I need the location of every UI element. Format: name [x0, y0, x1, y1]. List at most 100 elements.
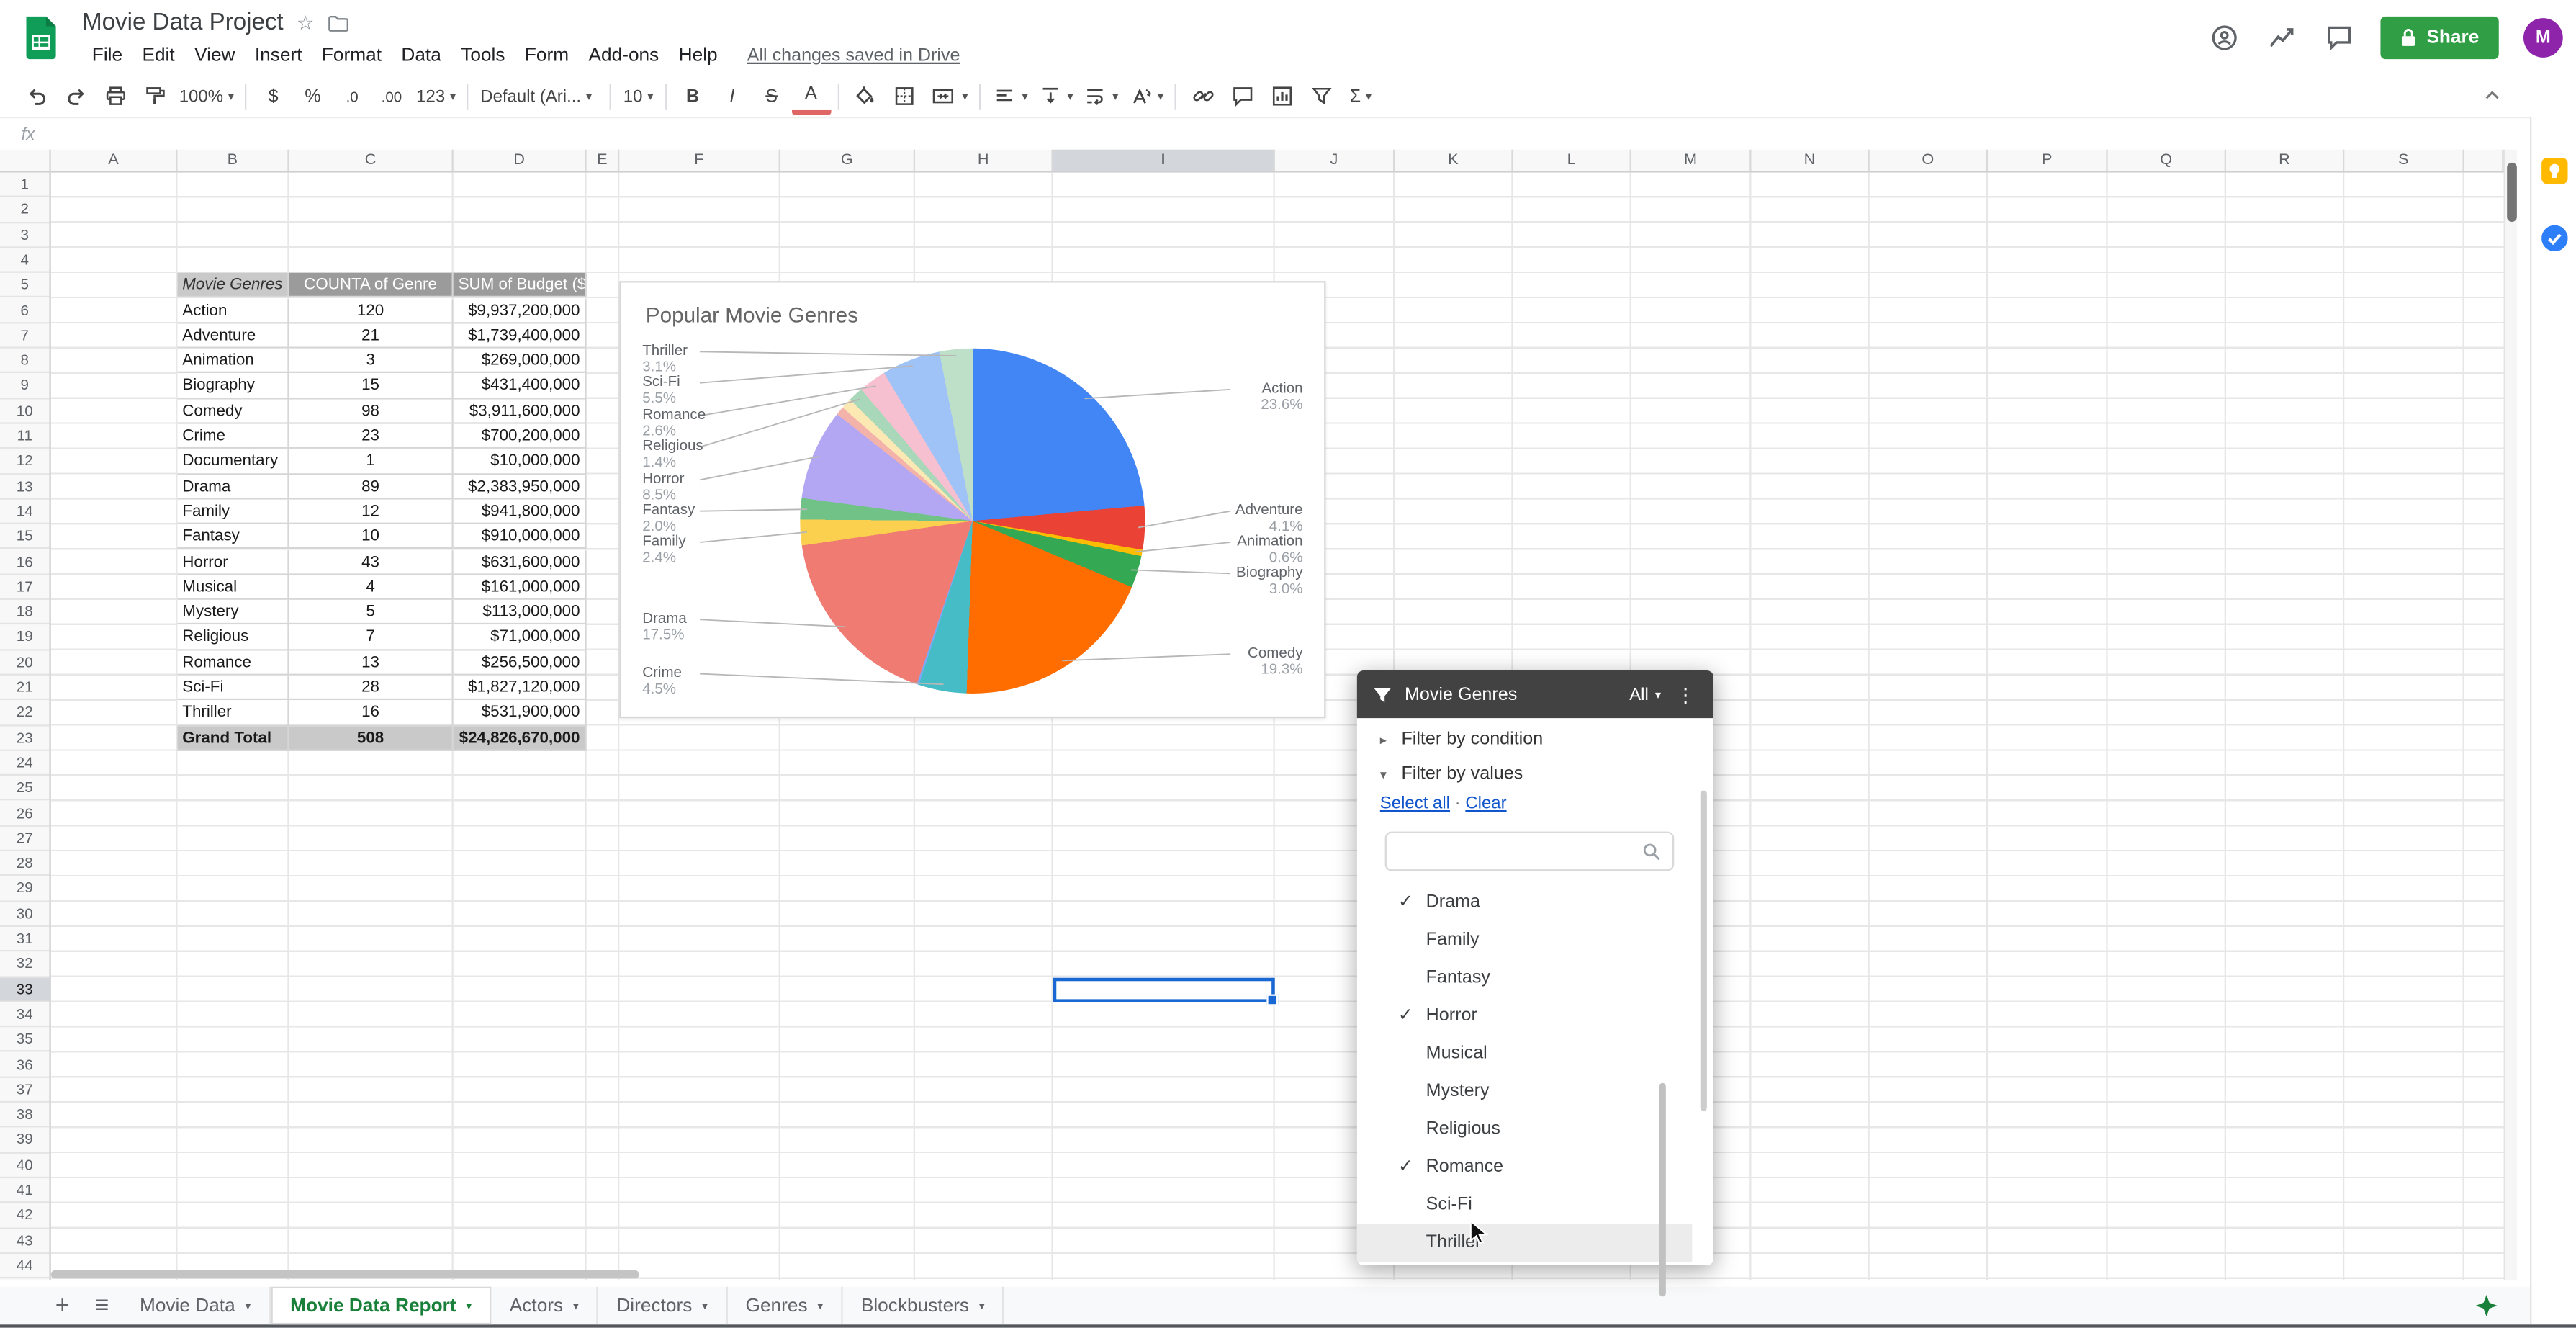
row-header-34[interactable]: 34: [0, 1002, 50, 1028]
row-header-19[interactable]: 19: [0, 625, 50, 650]
row-header-3[interactable]: 3: [0, 223, 50, 248]
pivot-cell-budget[interactable]: $113,000,000: [453, 600, 587, 626]
filter-panel-scrollbar[interactable]: [1700, 790, 1707, 1111]
keep-icon[interactable]: [2541, 158, 2568, 184]
row-header-22[interactable]: 22: [0, 701, 50, 726]
column-header-Q[interactable]: Q: [2108, 149, 2226, 171]
chevron-down-icon[interactable]: ▾: [573, 1299, 579, 1312]
pivot-header-genre[interactable]: Movie Genres: [177, 273, 289, 299]
filter-value-drama[interactable]: ✓ Drama: [1357, 884, 1693, 922]
pivot-cell-budget[interactable]: $1,827,120,000: [453, 675, 587, 701]
pivot-total-count[interactable]: 508: [289, 725, 454, 751]
insert-comment-button[interactable]: [1222, 80, 1262, 113]
menu-file[interactable]: File: [82, 46, 132, 66]
zoom-select[interactable]: 100% ▾: [174, 80, 239, 113]
row-header-44[interactable]: 44: [0, 1254, 50, 1279]
pivot-cell-count[interactable]: 1: [289, 449, 454, 475]
pivot-cell-count[interactable]: 13: [289, 650, 454, 676]
functions-button[interactable]: Σ ▾: [1341, 80, 1380, 113]
column-header-N[interactable]: N: [1751, 149, 1870, 171]
presence-icon[interactable]: [2208, 22, 2241, 55]
row-header-4[interactable]: 4: [0, 248, 50, 274]
pivot-cell-budget[interactable]: $910,000,000: [453, 524, 587, 550]
sheet-tab-directors[interactable]: Directors ▾: [598, 1286, 728, 1325]
row-header-24[interactable]: 24: [0, 751, 50, 776]
pivot-cell-count[interactable]: 7: [289, 625, 454, 650]
column-header-M[interactable]: M: [1631, 149, 1752, 171]
filter-value-mystery[interactable]: Mystery: [1357, 1073, 1693, 1111]
column-header-D[interactable]: D: [454, 149, 587, 171]
pivot-cell-budget[interactable]: $161,000,000: [453, 575, 587, 601]
pivot-cell-count[interactable]: 16: [289, 700, 454, 726]
row-header-12[interactable]: 12: [0, 449, 50, 475]
row-header-10[interactable]: 10: [0, 399, 50, 424]
menu-addons[interactable]: Add-ons: [579, 46, 669, 66]
column-header-C[interactable]: C: [289, 149, 454, 171]
print-button[interactable]: [95, 80, 135, 113]
row-header-1[interactable]: 1: [0, 173, 50, 198]
document-title[interactable]: Movie Data Project: [82, 10, 284, 37]
column-header-G[interactable]: G: [780, 149, 916, 171]
column-header-O[interactable]: O: [1870, 149, 1989, 171]
font-size-select[interactable]: 10 ▾: [618, 80, 658, 113]
account-avatar[interactable]: M: [2523, 18, 2563, 58]
row-header-30[interactable]: 30: [0, 902, 50, 927]
filter-value-fantasy[interactable]: Fantasy: [1357, 960, 1693, 997]
pivot-cell-genre[interactable]: Thriller: [177, 700, 289, 726]
row-header-20[interactable]: 20: [0, 650, 50, 676]
number-format-select[interactable]: 123 ▾: [411, 80, 461, 113]
filter-by-condition-row[interactable]: ▸ Filter by condition: [1357, 727, 1713, 753]
row-header-28[interactable]: 28: [0, 851, 50, 877]
pivot-cell-genre[interactable]: Action: [177, 298, 289, 324]
vertical-scrollbar-thumb[interactable]: [2507, 162, 2517, 223]
pivot-cell-budget[interactable]: $71,000,000: [453, 625, 587, 650]
filter-value-family[interactable]: Family: [1357, 922, 1693, 959]
row-header-29[interactable]: 29: [0, 876, 50, 902]
row-header-14[interactable]: 14: [0, 499, 50, 525]
row-header-35[interactable]: 35: [0, 1028, 50, 1053]
pivot-cell-genre[interactable]: Mystery: [177, 600, 289, 626]
column-header-R[interactable]: R: [2226, 149, 2345, 171]
insert-link-button[interactable]: [1183, 80, 1222, 113]
menu-format[interactable]: Format: [312, 46, 391, 66]
horizontal-align-button[interactable]: ▾: [988, 80, 1033, 113]
column-header-A[interactable]: A: [51, 149, 178, 171]
row-header-39[interactable]: 39: [0, 1128, 50, 1154]
pivot-cell-budget[interactable]: $700,200,000: [453, 423, 587, 449]
pivot-cell-count[interactable]: 3: [289, 348, 454, 374]
row-header-41[interactable]: 41: [0, 1178, 50, 1204]
pivot-cell-count[interactable]: 15: [289, 373, 454, 399]
sheet-tab-movie-data[interactable]: Movie Data ▾: [122, 1286, 271, 1325]
filter-scope-select[interactable]: All ▾: [1629, 684, 1661, 704]
insert-chart-button[interactable]: [1262, 80, 1302, 113]
pivot-cell-genre[interactable]: Musical: [177, 575, 289, 601]
column-header-H[interactable]: H: [915, 149, 1053, 171]
trend-chart-icon[interactable]: [2266, 22, 2299, 55]
pivot-cell-count[interactable]: 43: [289, 549, 454, 575]
pivot-cell-genre[interactable]: Fantasy: [177, 524, 289, 550]
row-header-37[interactable]: 37: [0, 1077, 50, 1103]
all-sheets-button[interactable]: ≡: [82, 1287, 122, 1324]
share-button[interactable]: Share: [2380, 16, 2499, 60]
pivot-cell-genre[interactable]: Biography: [177, 373, 289, 399]
row-header-31[interactable]: 31: [0, 927, 50, 952]
pivot-cell-genre[interactable]: Documentary: [177, 449, 289, 475]
bold-button[interactable]: B: [673, 80, 713, 113]
column-header-F[interactable]: F: [619, 149, 780, 171]
row-header-8[interactable]: 8: [0, 349, 50, 374]
font-select[interactable]: Default (Ari... ▾: [475, 80, 603, 113]
row-header-15[interactable]: 15: [0, 524, 50, 550]
filter-value-religious[interactable]: Religious: [1357, 1111, 1693, 1149]
pivot-total-budget[interactable]: $24,826,670,000: [453, 725, 587, 751]
move-folder-icon[interactable]: [328, 13, 351, 32]
pivot-cell-genre[interactable]: Crime: [177, 423, 289, 449]
chevron-down-icon[interactable]: ▾: [466, 1299, 472, 1312]
row-header-32[interactable]: 32: [0, 952, 50, 977]
pivot-cell-genre[interactable]: Religious: [177, 625, 289, 650]
column-header-K[interactable]: K: [1395, 149, 1513, 171]
row-header-2[interactable]: 2: [0, 198, 50, 223]
filter-value-thriller[interactable]: Thriller: [1356, 1224, 1693, 1262]
saved-status-link[interactable]: All changes saved in Drive: [747, 46, 960, 66]
pivot-cell-genre[interactable]: Sci-Fi: [177, 675, 289, 701]
pivot-cell-budget[interactable]: $941,800,000: [453, 499, 587, 525]
